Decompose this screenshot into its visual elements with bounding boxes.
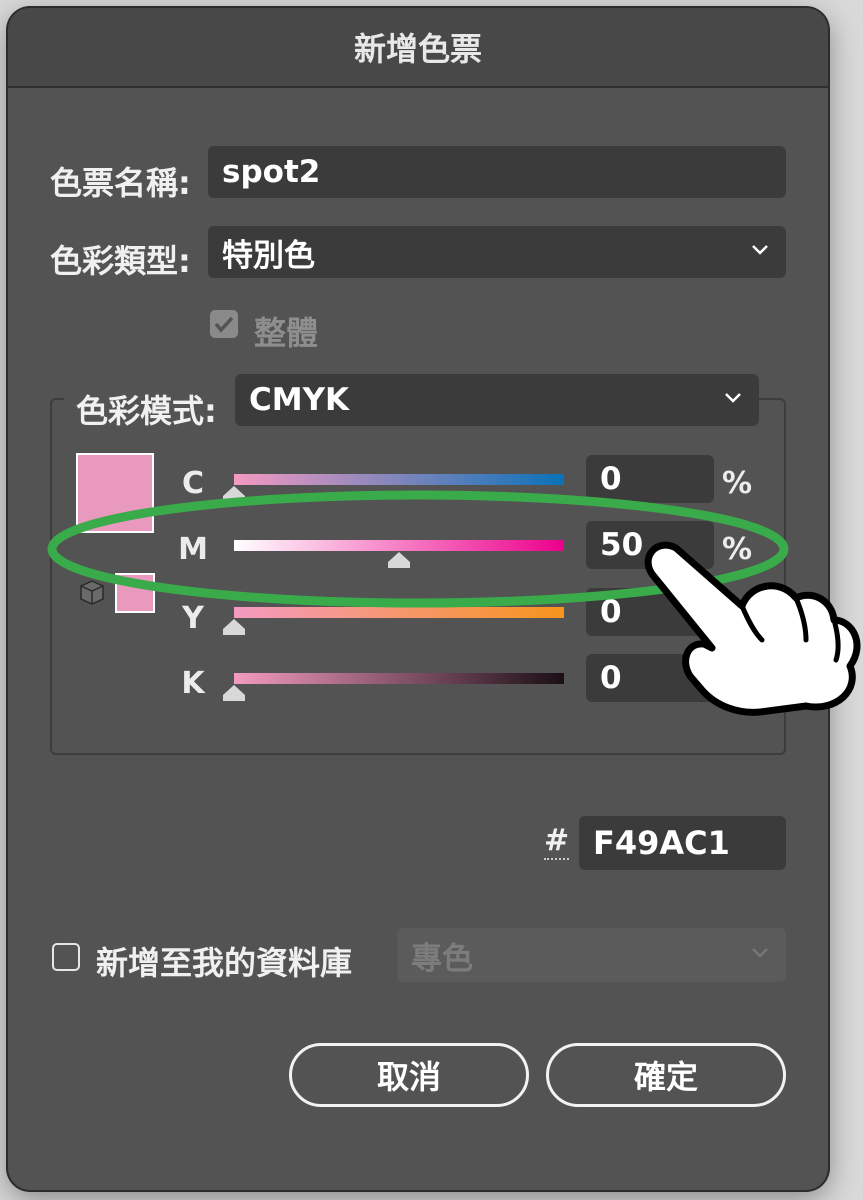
channel-m-slider[interactable] bbox=[234, 540, 564, 551]
chevron-down-icon bbox=[752, 948, 768, 958]
channel-m-unit: % bbox=[722, 532, 753, 567]
channel-y-slider[interactable] bbox=[234, 607, 564, 618]
cancel-button[interactable]: 取消 bbox=[289, 1043, 529, 1107]
channel-m-input[interactable]: 50 bbox=[586, 521, 714, 569]
color-preview-swatch bbox=[76, 453, 154, 533]
add-to-library-checkbox[interactable] bbox=[52, 943, 80, 971]
channel-y-input[interactable]: 0 bbox=[586, 588, 714, 636]
global-label: 整體 bbox=[254, 314, 319, 352]
swatch-name-input[interactable]: spot2 bbox=[208, 146, 786, 198]
color-mode-value: CMYK bbox=[249, 382, 350, 418]
hex-value: F49AC1 bbox=[593, 824, 730, 862]
global-checkbox[interactable] bbox=[210, 310, 238, 338]
new-swatch-dialog: 新增色票 色票名稱: spot2 色彩類型: 特別色 整體 色彩模式: CMYK… bbox=[8, 8, 828, 1190]
channel-c-unit: % bbox=[722, 466, 753, 501]
color-type-dropdown[interactable]: 特別色 bbox=[208, 226, 786, 278]
color-type-label: 色彩類型: bbox=[50, 242, 191, 280]
ok-button[interactable]: 確定 bbox=[546, 1043, 786, 1107]
channel-k-label: K bbox=[181, 666, 205, 701]
channel-c-slider[interactable] bbox=[234, 474, 564, 485]
add-to-library-label: 新增至我的資料庫 bbox=[96, 944, 353, 982]
hex-symbol: # bbox=[544, 823, 570, 860]
swatch-name-label: 色票名稱: bbox=[50, 164, 191, 202]
dialog-title: 新增色票 bbox=[8, 8, 828, 88]
channel-m-value: 50 bbox=[600, 527, 644, 563]
swatch-name-value: spot2 bbox=[222, 154, 321, 190]
channel-m-label: M bbox=[178, 532, 208, 567]
channel-c-label: C bbox=[181, 466, 205, 501]
chevron-down-icon bbox=[752, 245, 768, 255]
library-dropdown[interactable]: 專色 bbox=[397, 928, 786, 982]
channel-c-value: 0 bbox=[600, 461, 622, 497]
channel-k-slider[interactable] bbox=[234, 673, 564, 684]
channel-k-value: 0 bbox=[600, 660, 622, 696]
channel-y-value: 0 bbox=[600, 594, 622, 630]
channel-k-input[interactable]: 0 bbox=[586, 654, 714, 702]
color-type-value: 特別色 bbox=[222, 237, 315, 274]
color-mode-label: 色彩模式: bbox=[76, 392, 217, 430]
hex-input[interactable]: F49AC1 bbox=[579, 816, 786, 870]
chevron-down-icon bbox=[725, 393, 741, 403]
channel-c-input[interactable]: 0 bbox=[586, 455, 714, 503]
color-mode-dropdown[interactable]: CMYK bbox=[235, 374, 759, 426]
channel-y-label: Y bbox=[182, 601, 204, 636]
cube-icon[interactable] bbox=[78, 578, 106, 606]
checkmark-icon bbox=[214, 316, 234, 333]
library-dropdown-value: 專色 bbox=[411, 940, 473, 977]
web-safe-swatch[interactable] bbox=[115, 573, 155, 613]
